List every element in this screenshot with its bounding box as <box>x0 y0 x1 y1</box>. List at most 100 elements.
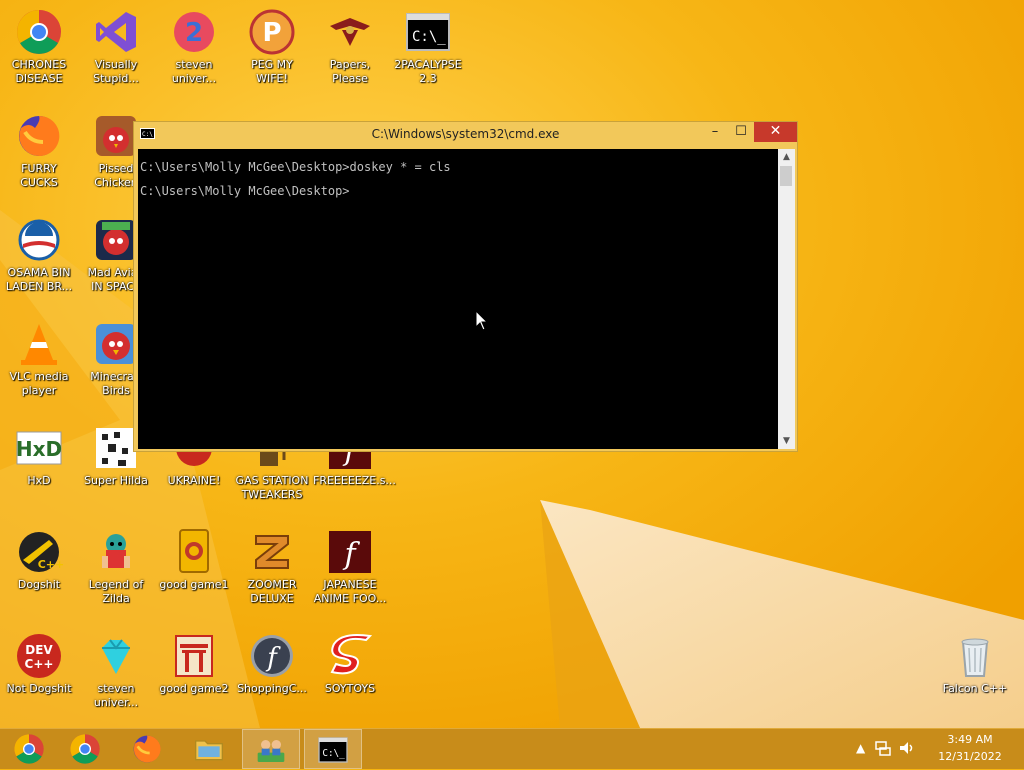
obama-logo-icon <box>15 216 63 264</box>
maximize-button[interactable]: ☐ <box>728 122 754 142</box>
desktop-icon-label: Dogshit <box>17 578 61 591</box>
show-hidden-icons-icon[interactable]: ▲ <box>856 741 865 755</box>
desktop-icon-peg-my-wife[interactable]: P PEG MY WIFE! <box>233 4 311 86</box>
cmd-window-title: C:\Windows\system32\cmd.exe <box>371 127 560 141</box>
close-button[interactable]: ✕ <box>754 122 797 142</box>
desktop-icon-label: ZOOMER DELUXE <box>247 578 297 605</box>
desktop-icon-label: steven univer... <box>93 682 139 709</box>
taskbar-file-explorer[interactable] <box>180 729 238 769</box>
desktop-icon-japanese-anime[interactable]: f JAPANESE ANIME FOO... <box>311 524 389 606</box>
desktop-icon-label: Falcon C++ <box>942 682 1008 695</box>
torii-icon <box>170 632 218 680</box>
desktop-icon-label: VLC media player <box>9 370 69 397</box>
system-tray: ▲ 3:49 AM 12/31/2022 <box>854 729 1024 769</box>
desktop-icon-hxd[interactable]: HxD HxD <box>0 420 78 488</box>
desktop-icon-label: PEG MY WIFE! <box>251 58 293 85</box>
network-users-icon <box>255 734 287 766</box>
desktop-icon-label: GAS STATION TWEAKERS <box>235 474 309 501</box>
clock-date[interactable]: 12/31/2022 <box>930 750 1010 763</box>
svg-text:C++: C++ <box>25 657 54 671</box>
desktop-icon-label: Not Dogshit <box>6 682 72 695</box>
desktop-icon-label: JAPANESE ANIME FOO... <box>313 578 387 605</box>
sonic-s-icon <box>326 632 374 680</box>
steven-universe-icon: 2 <box>170 8 218 56</box>
desktop-icon-label: OSAMA BIN LADEN BR... <box>5 266 73 293</box>
svg-text:HxD: HxD <box>16 437 62 461</box>
desktop-icon-papers-please[interactable]: Papers, Please <box>311 4 389 86</box>
desktop-icon-good-game2[interactable]: good game2 <box>155 628 233 696</box>
desktop-icon-soytoys[interactable]: SOYTOYS <box>311 628 389 696</box>
cmd-icon: C:\_ <box>317 734 349 766</box>
svg-text:2: 2 <box>185 18 203 48</box>
desktop-icon-zoomer-deluxe[interactable]: ZOOMER DELUXE <box>233 524 311 606</box>
desktop-icon-label: CHRONES DISEASE <box>11 58 67 85</box>
desktop-icon-chrones-disease[interactable]: CHRONES DISEASE <box>0 4 78 86</box>
minimize-button[interactable]: – <box>702 122 728 142</box>
desktop-icon-shopping-c[interactable]: f ShoppingC... <box>233 628 311 696</box>
desktop-icon-osama-bin-laden[interactable]: OSAMA BIN LADEN BR... <box>0 212 78 294</box>
volume-icon[interactable] <box>898 739 916 757</box>
svg-text:DEV: DEV <box>25 643 53 657</box>
desktop-icon-label: 2PACALYPSE 2.3 <box>394 58 462 85</box>
desktop-icon-not-dogshit[interactable]: DEV C++ Not Dogshit <box>0 628 78 696</box>
taskbar: C:\_ ▲ 3:49 AM 12/31/2022 <box>0 728 1024 769</box>
taskbar-firefox[interactable] <box>118 729 176 769</box>
svg-text:C++: C++ <box>38 558 63 571</box>
desktop-icon-label: UKRAINE! <box>167 474 221 487</box>
folder-icon <box>193 733 225 765</box>
cmd-console[interactable]: C:\Users\Molly McGee\Desktop>doskey * = … <box>138 149 778 449</box>
desktop-icon-label: Super Hilda <box>84 474 148 487</box>
chrome-icon <box>15 8 63 56</box>
codeblocks-icon: C++ <box>15 528 64 576</box>
desktop-icon-good-game1[interactable]: good game1 <box>155 524 233 592</box>
recycle-bin-icon <box>951 632 999 680</box>
zelda-icon <box>92 528 140 576</box>
desktop-icon-falcon-cpp[interactable]: Falcon C++ <box>936 628 1014 696</box>
desktop-icon-steven-univer-1[interactable]: 2 steven univer... <box>155 4 233 86</box>
desktop-icon-legend-of-zilda[interactable]: Legend of Zilda <box>77 524 155 606</box>
desktop-icon-label: FREEEEEZE.s... <box>313 474 396 487</box>
mouse-cursor-icon <box>475 310 489 331</box>
peggle-icon: P <box>248 8 296 56</box>
desktop-icon-label: HxD <box>27 474 51 487</box>
chrome-icon <box>69 733 101 765</box>
desktop-icon-furry-cucks[interactable]: FURRY CUCKS <box>0 108 78 190</box>
clock-time[interactable]: 3:49 AM <box>930 733 1010 746</box>
taskbar-network[interactable] <box>242 729 300 769</box>
scroll-up-arrow-icon[interactable]: ▲ <box>778 149 795 165</box>
cmd-scrollbar[interactable]: ▲ ▼ <box>778 149 795 449</box>
svg-text:C:\_: C:\_ <box>322 748 345 759</box>
diamond-icon <box>92 632 140 680</box>
desktop-icon-label: Papers, Please <box>329 58 371 85</box>
desktop-icon-label: good game1 <box>159 578 229 591</box>
cmd-window[interactable]: C:\. C:\Windows\system32\cmd.exe – ☐ ✕ C… <box>133 121 798 452</box>
taskbar-app-1[interactable] <box>0 729 58 769</box>
flash-circle-icon: f <box>248 632 296 680</box>
desktop-icon-label: Visually Stupid... <box>93 58 139 85</box>
scroll-thumb[interactable] <box>780 166 792 186</box>
desktop-icon-visually-stupid[interactable]: Visually Stupid... <box>77 4 155 86</box>
desktop-icon-2pacalypse[interactable]: C:\_ 2PACALYPSE 2.3 <box>389 4 467 86</box>
network-icon[interactable] <box>874 739 892 757</box>
console-prompt: C:\Users\Molly McGee\Desktop> <box>140 184 350 198</box>
cmd-titlebar[interactable]: C:\. C:\Windows\system32\cmd.exe – ☐ ✕ <box>134 122 797 147</box>
taskbar-chrome[interactable] <box>56 729 114 769</box>
papers-please-icon <box>326 8 374 56</box>
desktop-icon-label: steven univer... <box>171 58 217 85</box>
svg-text:C:\_: C:\_ <box>412 29 446 45</box>
desktop-icon-dogshit[interactable]: C++ Dogshit <box>0 524 78 592</box>
taskbar-cmd[interactable]: C:\_ <box>304 729 362 769</box>
flash-icon: f <box>326 528 374 576</box>
desktop-icon-label: good game2 <box>159 682 229 695</box>
desktop-icon-steven-univer-2[interactable]: steven univer... <box>77 628 155 710</box>
firefox-icon <box>131 733 163 765</box>
desktop-icon-label: ShoppingC... <box>237 682 307 695</box>
zuma-icon <box>248 528 296 576</box>
hxd-icon: HxD <box>15 424 63 472</box>
visual-studio-icon <box>92 8 140 56</box>
dev-cpp-icon: DEV C++ <box>15 632 63 680</box>
chrome-dark-icon <box>13 733 45 765</box>
scroll-down-arrow-icon[interactable]: ▼ <box>778 433 795 449</box>
desktop-icon-vlc-media-player[interactable]: VLC media player <box>0 316 78 398</box>
console-line: C:\Users\Molly McGee\Desktop>doskey * = … <box>140 160 451 174</box>
